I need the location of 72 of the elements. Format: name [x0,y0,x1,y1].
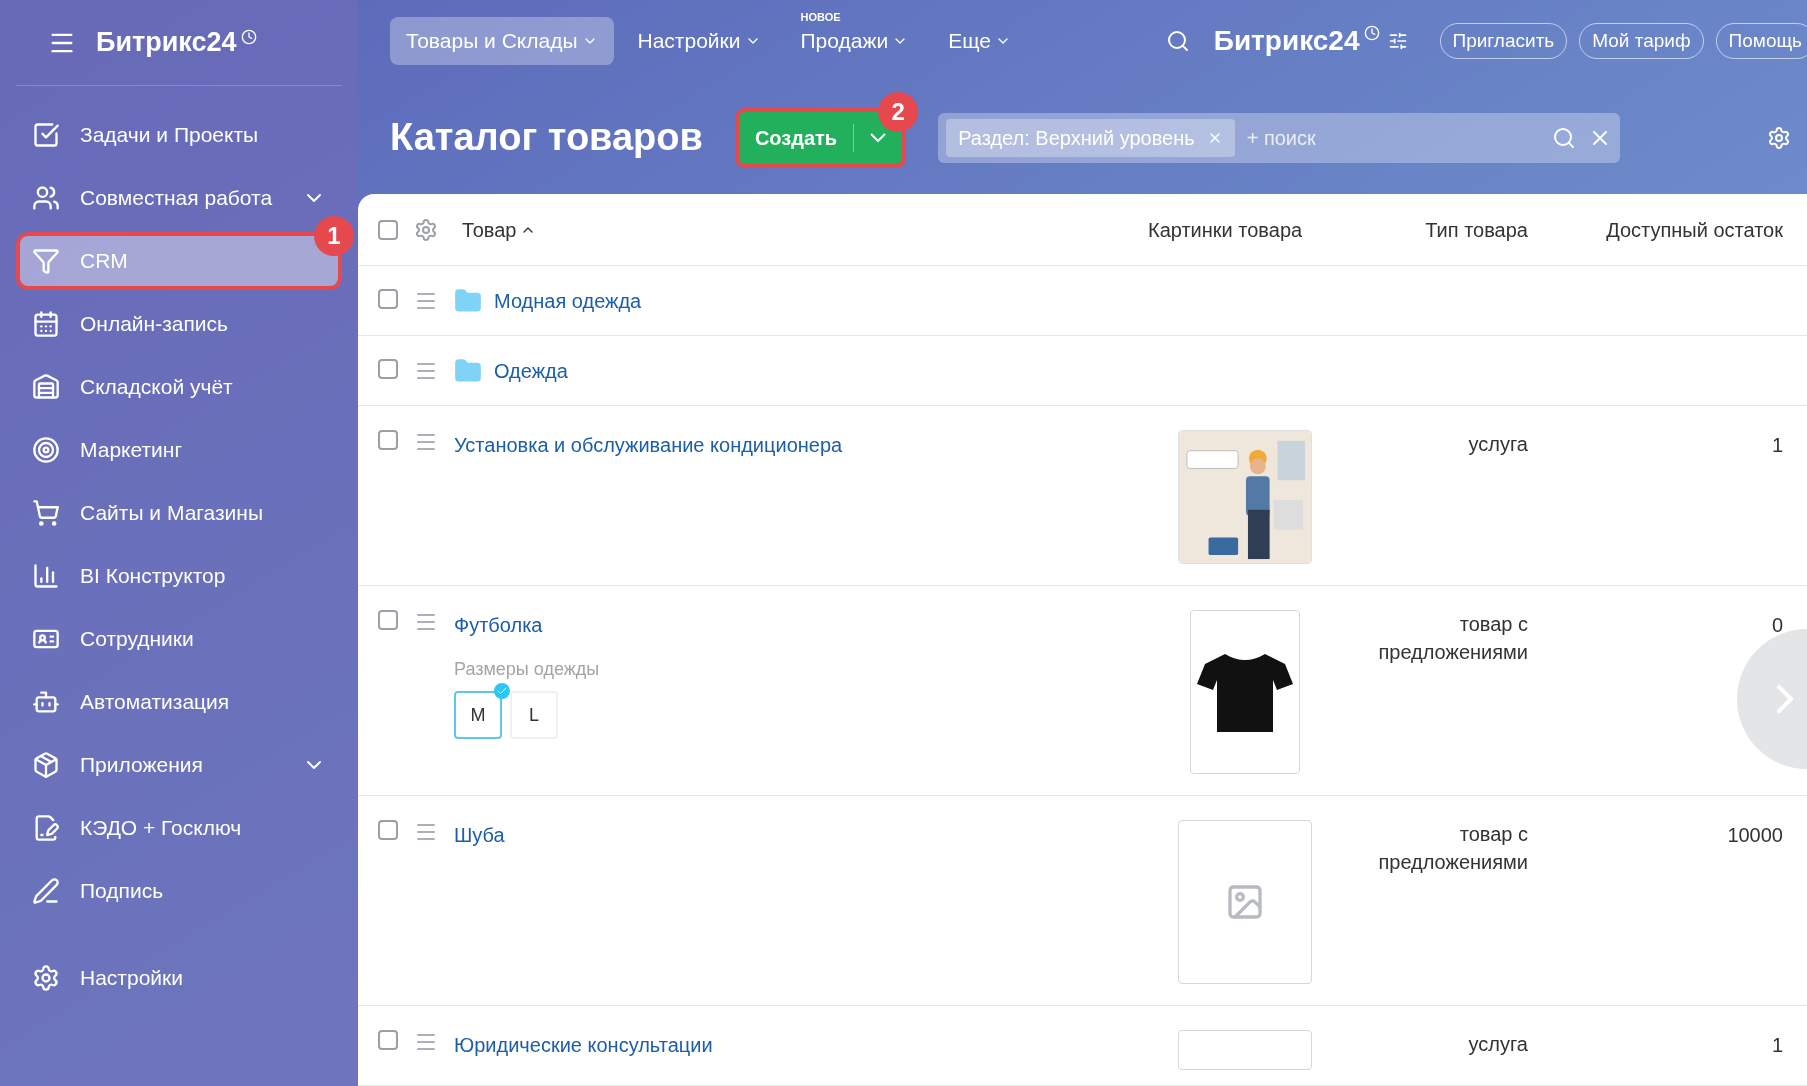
search-icon [1552,125,1577,150]
menu-item-icon [32,562,60,590]
sidebar-item[interactable]: Сайты и Магазины [20,488,338,538]
product-type: услуга [1467,432,1528,457]
column-header[interactable]: Доступный остаток [1528,214,1783,245]
search-input[interactable]: + поиск [1246,122,1541,153]
product-link[interactable]: Установка и обслуживание кондиционера [454,430,843,460]
column-header[interactable]: Картинки товара [1148,214,1338,245]
callout-number: 1 [314,216,354,256]
sidebar-item[interactable]: Сотрудники [20,614,338,664]
menu-item-icon [32,751,60,779]
column-settings-icon[interactable] [414,217,438,242]
menu-item-icon [32,436,60,464]
product-link[interactable]: Шуба [454,820,505,850]
size-option[interactable]: L [510,691,558,739]
page-title: Каталог товаров [390,115,703,161]
checkbox[interactable] [378,288,398,309]
stock-value: 1 [1770,433,1783,458]
product-link[interactable]: Футболка [454,610,543,640]
nav-tab[interactable]: Товары и Склады [390,16,614,65]
folder-icon [454,356,482,385]
image-icon [1225,882,1265,922]
nav-tab[interactable]: Настройки [621,16,777,65]
stock-value: 1 [1770,1033,1783,1058]
product-link[interactable]: Юридические консультации [454,1030,713,1060]
checkbox[interactable] [378,219,398,240]
variant-label: Размеры одежды [454,658,601,681]
product-type: услуга [1467,1032,1528,1057]
settings-icon[interactable] [1767,125,1791,150]
product-link[interactable]: Модная одежда [494,285,642,316]
product-link[interactable]: Одежда [494,355,568,386]
sidebar-item[interactable]: Маркетинг [20,425,338,475]
sidebar-item[interactable]: Приложения [20,740,338,790]
product-type: товар с предложениями [1377,612,1528,665]
menu-item-icon [32,499,60,527]
search-icon[interactable] [1165,28,1190,53]
sidebar-item[interactable]: Автоматизация [20,677,338,727]
column-header[interactable]: Товар [462,214,537,245]
column-header[interactable]: Тип товара [1338,214,1528,245]
stock-value: 0 [1770,613,1783,638]
checkbox[interactable] [378,430,398,450]
callout-number: 2 [878,91,919,132]
clock-icon [240,28,257,45]
new-label: НОВОЕ [800,9,841,25]
sidebar-item[interactable]: КЭДО + Госключ [20,803,338,853]
sidebar-item[interactable]: Онлайн-запись [20,299,338,349]
stock-value: 10000 [1726,823,1783,848]
menu-item-icon [32,877,60,905]
menu-item-icon [32,247,60,275]
logo[interactable]: Битрикс24 [96,22,237,63]
menu-item-icon [32,184,60,212]
checkbox[interactable] [378,610,398,630]
sidebar-item[interactable]: Подпись [20,866,338,916]
check-icon [494,683,510,699]
checkbox[interactable] [378,358,398,379]
clock-icon [1363,24,1380,41]
logo[interactable]: Битрикс24 [1213,19,1360,62]
sidebar-item[interactable]: Складской учёт [20,362,338,412]
menu-item-icon [32,373,60,401]
sidebar-item[interactable]: BI Конструктор [20,551,338,601]
product-type: товар с предложениями [1377,822,1528,875]
dropdown-icon [870,133,887,143]
sidebar-item[interactable]: Настройки [20,953,338,1003]
menu-item-icon [32,310,60,338]
checkbox[interactable] [378,820,398,840]
folder-icon [454,286,482,315]
nav-tab[interactable]: Еще [932,16,1027,65]
menu-item-icon [32,121,60,149]
menu-item-icon [32,964,60,992]
settings-sliders-icon[interactable] [1387,30,1408,51]
sidebar-item[interactable]: Задачи и Проекты [20,110,338,160]
checkbox[interactable] [378,1030,398,1050]
